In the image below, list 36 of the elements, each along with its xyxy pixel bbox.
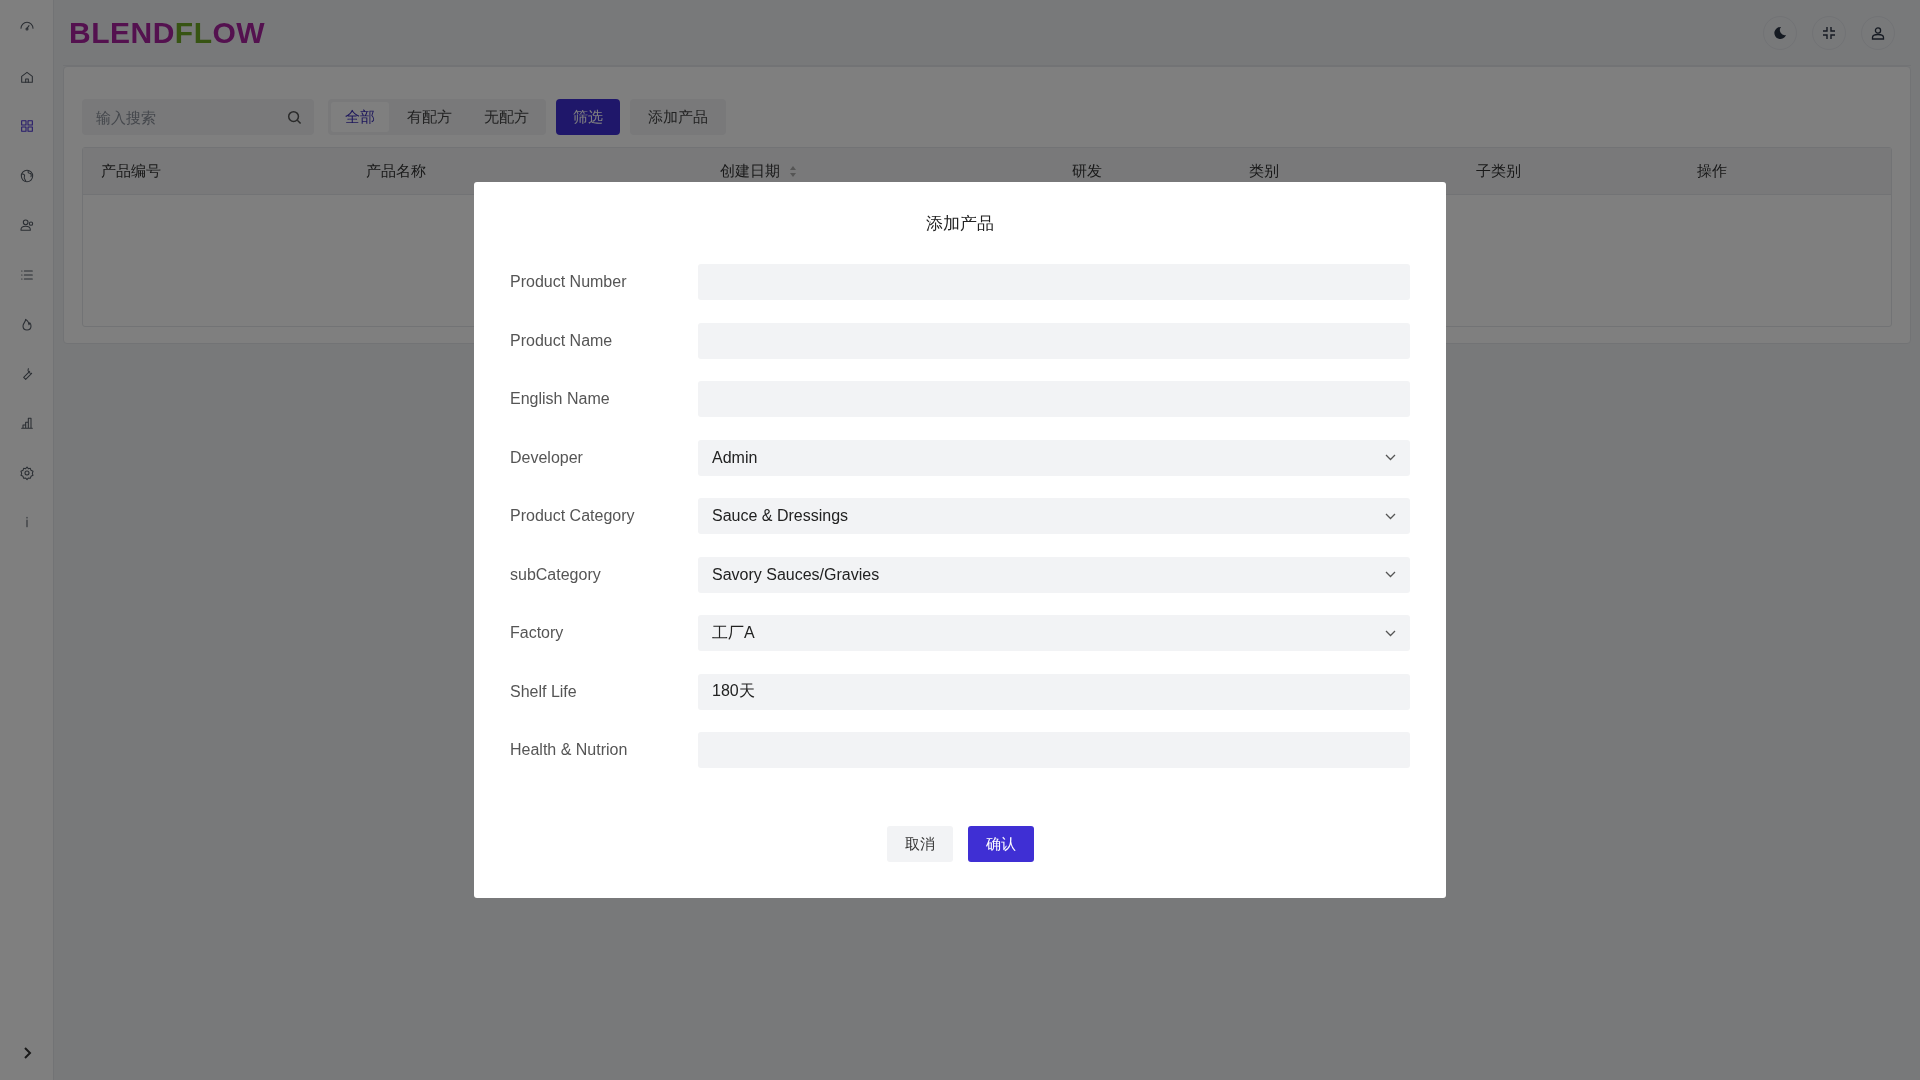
chevron-down-icon — [1385, 454, 1396, 461]
column-header: 研发 — [1072, 161, 1102, 181]
select-field[interactable]: Admin — [698, 439, 1410, 476]
input-field[interactable]: 180天 — [698, 673, 1410, 710]
cancel-button[interactable]: 取消 — [886, 826, 953, 862]
filter-tab[interactable]: 全部 — [331, 102, 389, 132]
column-header: 类别 — [1249, 161, 1279, 181]
filter-button[interactable]: 筛选 — [556, 99, 620, 135]
column-header[interactable]: 创建日期 — [720, 161, 797, 181]
field-label: Product Number — [510, 273, 628, 291]
filter-tab[interactable]: 无配方 — [470, 102, 543, 132]
column-header: 操作 — [1697, 161, 1727, 181]
column-header: 子类别 — [1476, 161, 1521, 181]
chevron-down-icon — [1385, 571, 1396, 578]
add-product-button[interactable]: 添加产品 — [630, 99, 726, 135]
field-label: Factory — [510, 624, 565, 642]
select-field[interactable]: 工厂A — [698, 615, 1410, 651]
chevron-down-icon — [1385, 629, 1396, 637]
field-label: English Name — [510, 390, 611, 408]
field-label: Product Name — [510, 331, 614, 350]
column-header: 产品编号 — [101, 161, 161, 181]
chevron-down-icon — [1385, 512, 1396, 520]
field-label: Developer — [510, 448, 584, 467]
field-label: Health & Nutrion — [510, 741, 629, 759]
select-field[interactable]: Savory Sauces/Gravies — [698, 556, 1410, 593]
search-icon[interactable] — [287, 110, 302, 125]
dialog-title: 添加产品 — [925, 213, 995, 235]
sort-icon[interactable] — [789, 164, 797, 178]
logo: BLENDFLOW — [69, 15, 266, 50]
field-label: subCategory — [510, 565, 602, 584]
field-label: Shelf Life — [510, 682, 578, 701]
filter-tab[interactable]: 有配方 — [393, 102, 466, 132]
select-field[interactable]: Sauce & Dressings — [698, 498, 1410, 534]
column-header: 产品名称 — [366, 161, 426, 181]
field-label: Product Category — [510, 507, 636, 525]
confirm-button[interactable]: 确认 — [967, 826, 1034, 862]
